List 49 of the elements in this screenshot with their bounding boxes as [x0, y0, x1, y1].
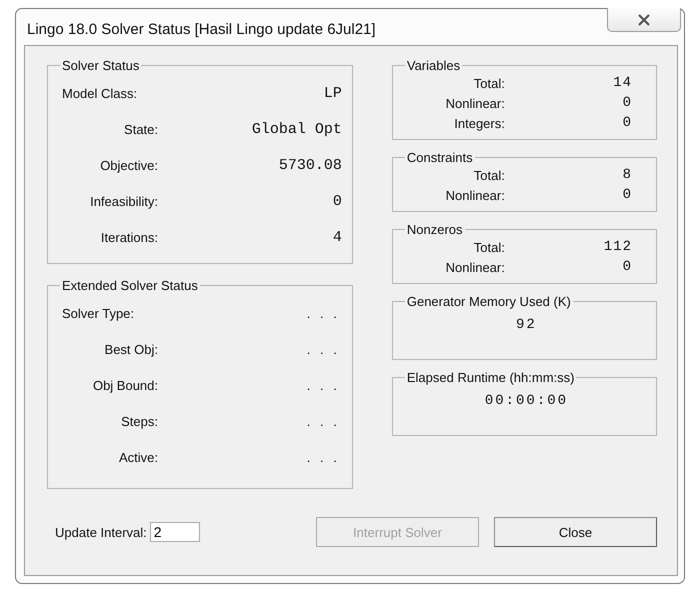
field-label: Steps: — [120, 414, 158, 428]
field-label: State: — [123, 122, 158, 136]
field-label: Nonlinear: — [444, 260, 505, 274]
field-label: Iterations: — [100, 230, 158, 244]
field-label: Total: — [472, 168, 505, 182]
field-value: 0 — [622, 115, 632, 131]
field-label: Nonlinear: — [444, 188, 505, 202]
dialog-button[interactable]: Close — [494, 517, 657, 547]
field-value: 112 — [604, 239, 632, 255]
group-title: Generator Memory Used (K) — [406, 294, 572, 309]
field-label: Model Class: — [62, 86, 138, 100]
field-value: 92 — [516, 317, 537, 333]
group-title: Elapsed Runtime (hh:mm:ss) — [406, 370, 576, 385]
field-label: Objective: — [99, 158, 158, 172]
field-label: Obj Bound: — [92, 378, 158, 392]
group-title: Nonzeros — [406, 222, 464, 237]
field-label: Integers: — [453, 116, 505, 130]
field-value: 4 — [332, 228, 342, 246]
field-value: LP — [324, 84, 342, 102]
field-value: . . . — [306, 414, 340, 428]
field-label: Best Obj: — [104, 342, 158, 356]
window-title: Lingo 18.0 Solver Status [Hasil Lingo update 6Jul21] — [27, 21, 376, 38]
field-value: . . . — [306, 378, 340, 392]
field-value: 0 — [622, 95, 632, 111]
field-label: Total: — [472, 76, 505, 90]
close-icon — [637, 14, 651, 26]
field-value: 5730.08 — [278, 156, 342, 174]
field-label: Total: — [472, 240, 505, 254]
field-label: Update Interval: — [55, 524, 147, 540]
field-label: Infeasibility: — [89, 194, 158, 208]
field-label: Nonlinear: — [444, 96, 505, 110]
group-title: Extended Solver Status — [61, 278, 199, 293]
field-value: 00:00:00 — [484, 393, 568, 409]
group-title: Variables — [406, 58, 462, 73]
field-value: Global Opt — [252, 120, 342, 138]
field-value: 8 — [622, 167, 632, 183]
close-button[interactable] — [607, 8, 681, 32]
field-value: 0 — [332, 192, 342, 210]
field-value: . . . — [306, 342, 340, 356]
field-value: 14 — [613, 75, 632, 91]
group-title: Solver Status — [61, 58, 140, 73]
field-label: Solver Type: — [62, 306, 136, 320]
field-label: Active: — [118, 450, 158, 464]
update-interval-field[interactable]: 2 — [150, 522, 200, 542]
field-value: 0 — [622, 187, 632, 203]
group-title: Constraints — [406, 150, 474, 165]
field-value: . . . — [306, 306, 340, 320]
field-value: . . . — [306, 450, 340, 464]
field-value: 0 — [622, 259, 632, 275]
